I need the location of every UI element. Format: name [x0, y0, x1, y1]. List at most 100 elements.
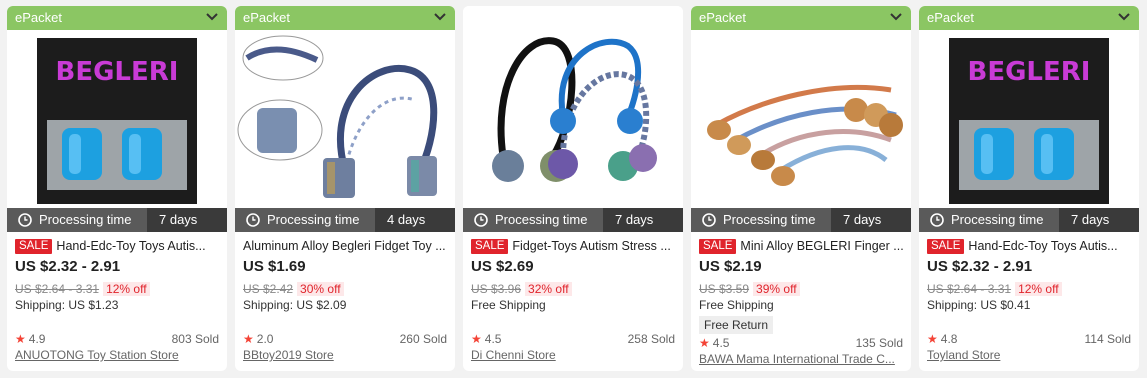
rating-value: 4.8: [940, 332, 958, 346]
product-title[interactable]: SALE Mini Alloy BEGLERI Finger ...: [699, 237, 905, 255]
product-image[interactable]: BEGLERI: [919, 30, 1139, 208]
product-title-text[interactable]: Hand-Edc-Toy Toys Autis...: [56, 239, 205, 253]
star-icon: ★: [15, 332, 26, 346]
product-card[interactable]: ePacket BEGLERI Processing time 7 days S…: [7, 6, 227, 371]
chevron-down-icon[interactable]: [888, 8, 904, 24]
processing-label: Processing time: [495, 212, 588, 227]
processing-label: Processing time: [267, 212, 360, 227]
product-card[interactable]: Processing time 7 days SALE Fidget-Toys A…: [463, 6, 683, 371]
price: US $2.32 - 2.91: [927, 258, 1033, 275]
processing-days: 7 days: [147, 208, 227, 232]
sold-count: 114 Sold: [1084, 332, 1131, 346]
free-return-badge: Free Return: [699, 316, 774, 334]
original-price-row: US $2.42 30% off: [243, 281, 344, 297]
banner-label: ePacket: [15, 10, 62, 25]
product-row: ePacket BEGLERI Processing time 7 days S…: [0, 0, 1147, 378]
star-icon: ★: [243, 332, 254, 346]
price: US $1.69: [243, 258, 306, 275]
store-link[interactable]: BBtoy2019 Store: [243, 348, 449, 362]
rating: ★ 4.5: [471, 332, 501, 346]
product-image[interactable]: [691, 30, 911, 208]
store-link[interactable]: Toyland Store: [927, 348, 1133, 362]
banner-label: ePacket: [243, 10, 290, 25]
price: US $2.32 - 2.91: [15, 258, 121, 275]
processing-label: Processing time: [951, 212, 1044, 227]
product-image[interactable]: BEGLERI: [7, 30, 227, 208]
banner-label: ePacket: [927, 10, 974, 25]
original-price: US $2.42: [243, 282, 294, 296]
star-icon: ★: [471, 332, 482, 346]
product-title-text[interactable]: Mini Alloy BEGLERI Finger ...: [740, 239, 903, 253]
processing-days: 7 days: [1059, 208, 1139, 232]
product-image[interactable]: [235, 30, 455, 208]
processing-days: 7 days: [831, 208, 911, 232]
sold-count: 260 Sold: [399, 332, 447, 346]
logo-text: BEGLERI: [968, 57, 1091, 87]
star-icon: ★: [927, 332, 938, 346]
shipping-banner: ePacket: [7, 6, 227, 30]
rating: ★ 2.0: [243, 332, 273, 346]
processing-label: Processing time: [723, 212, 816, 227]
chevron-down-icon[interactable]: [432, 8, 448, 24]
shipping-banner: ePacket: [691, 6, 911, 30]
discount-badge: 12% off: [1015, 282, 1062, 296]
clock-icon: [702, 213, 716, 227]
shipping-banner: ePacket: [235, 6, 455, 30]
processing-days: 7 days: [603, 208, 683, 232]
processing-time-bar: Processing time 7 days: [691, 208, 911, 232]
clock-icon: [474, 213, 488, 227]
product-image[interactable]: [463, 6, 683, 208]
rating: ★ 4.5: [699, 336, 729, 350]
clock-icon: [930, 213, 944, 227]
rating-value: 4.9: [28, 332, 46, 346]
shipping-banner: ePacket: [919, 6, 1139, 30]
processing-time-bar: Processing time 4 days: [235, 208, 455, 232]
discount-badge: 39% off: [753, 282, 800, 296]
product-card[interactable]: ePacket BEGLERI Processing time 7 days S…: [919, 6, 1139, 371]
rating-value: 2.0: [256, 332, 274, 346]
shipping-info: Shipping: US $0.41: [927, 298, 1031, 312]
sale-badge: SALE: [927, 239, 965, 254]
product-title[interactable]: Aluminum Alloy Begleri Fidget Toy ...: [243, 237, 449, 255]
product-title[interactable]: SALE Hand-Edc-Toy Toys Autis...: [15, 237, 221, 255]
chevron-down-icon[interactable]: [1116, 8, 1132, 24]
price: US $2.69: [471, 258, 534, 275]
product-card[interactable]: ePacket Processing time: [691, 6, 911, 371]
store-link[interactable]: Di Chenni Store: [471, 348, 677, 362]
star-icon: ★: [699, 336, 710, 350]
product-title-text[interactable]: Hand-Edc-Toy Toys Autis...: [968, 239, 1117, 253]
processing-days: 4 days: [375, 208, 455, 232]
price: US $2.19: [699, 258, 762, 275]
processing-time-bar: Processing time 7 days: [463, 208, 683, 232]
product-title[interactable]: SALE Fidget-Toys Autism Stress ...: [471, 237, 677, 255]
product-card[interactable]: ePacket Processing time: [235, 6, 455, 371]
original-price: US $2.64 - 3.31: [927, 282, 1012, 296]
rating: ★ 4.8: [927, 332, 957, 346]
rating: ★ 4.9: [15, 332, 45, 346]
chevron-down-icon[interactable]: [204, 8, 220, 24]
sale-badge: SALE: [471, 239, 509, 254]
sold-count: 135 Sold: [855, 336, 903, 350]
shipping-info: Free Shipping: [699, 298, 774, 312]
original-price: US $3.59: [699, 282, 750, 296]
clock-icon: [246, 213, 260, 227]
sold-count: 258 Sold: [627, 332, 675, 346]
sale-badge: SALE: [699, 239, 737, 254]
original-price: US $2.64 - 3.31: [15, 282, 100, 296]
store-link[interactable]: BAWA Mama International Trade C...: [699, 352, 905, 366]
product-title-text[interactable]: Fidget-Toys Autism Stress ...: [512, 239, 670, 253]
product-title[interactable]: SALE Hand-Edc-Toy Toys Autis...: [927, 237, 1133, 255]
discount-badge: 32% off: [525, 282, 572, 296]
original-price: US $3.96: [471, 282, 522, 296]
store-link[interactable]: ANUOTONG Toy Station Store: [15, 348, 221, 362]
discount-badge: 12% off: [103, 282, 150, 296]
sold-count: 803 Sold: [171, 332, 219, 346]
processing-time-bar: Processing time 7 days: [919, 208, 1139, 232]
clock-icon: [18, 213, 32, 227]
product-title-text[interactable]: Aluminum Alloy Begleri Fidget Toy ...: [243, 239, 446, 253]
original-price-row: US $2.64 - 3.31 12% off: [927, 281, 1062, 297]
original-price-row: US $3.59 39% off: [699, 281, 800, 297]
processing-label: Processing time: [39, 212, 132, 227]
discount-badge: 30% off: [297, 282, 344, 296]
shipping-info: Shipping: US $2.09: [243, 298, 347, 312]
